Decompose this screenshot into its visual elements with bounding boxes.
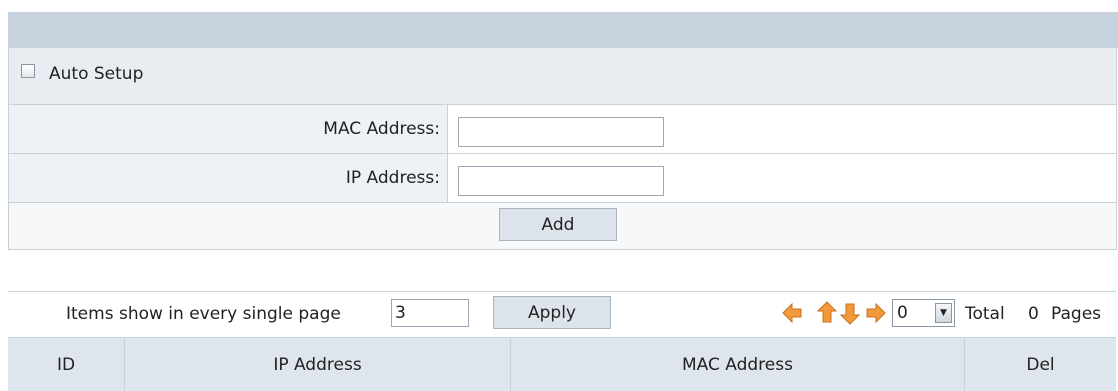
mac-address-cell [448,105,1116,153]
next-page-icon[interactable] [838,300,862,326]
column-header-del: Del [1026,354,1055,375]
section-header-bar [8,12,1118,48]
binding-table-header: ID IP Address MAC Address Del [8,337,1116,391]
apply-button[interactable]: Apply [493,296,611,329]
total-label: Total [965,304,1005,324]
column-header-id: ID [8,338,125,391]
items-per-page-input[interactable]: 3 [391,299,469,327]
total-pages-count: 0 [1028,304,1039,324]
page-select[interactable]: 0 ▼ [892,299,955,327]
ip-address-row: IP Address: [9,154,1117,203]
mac-address-input[interactable] [458,117,664,147]
auto-setup-checkbox[interactable] [21,64,35,78]
page-select-value: 0 [897,303,908,323]
items-per-page-label: Items show in every single page [66,304,341,324]
auto-setup-row: Auto Setup [9,48,1117,105]
ip-address-cell [448,154,1116,202]
column-header-mac-address: MAC Address [511,338,965,391]
mac-address-row: MAC Address: [9,105,1117,154]
previous-page-icon[interactable] [815,300,839,326]
pagination-bar: Items show in every single page 3 Apply … [8,291,1116,337]
add-row: Add [9,203,1117,250]
column-header-ip-address: IP Address [125,338,511,391]
pages-label: Pages [1051,304,1102,324]
first-page-icon[interactable] [781,300,805,326]
chevron-down-icon[interactable]: ▼ [935,303,952,323]
auto-setup-label: Auto Setup [49,64,144,84]
ip-address-input[interactable] [458,166,664,196]
add-binding-form: Auto Setup MAC Address: IP Address: Add [8,48,1117,250]
add-button[interactable]: Add [499,208,617,241]
ip-address-label: IP Address: [345,168,440,188]
mac-address-label: MAC Address: [323,119,440,139]
last-page-icon[interactable] [863,300,887,326]
